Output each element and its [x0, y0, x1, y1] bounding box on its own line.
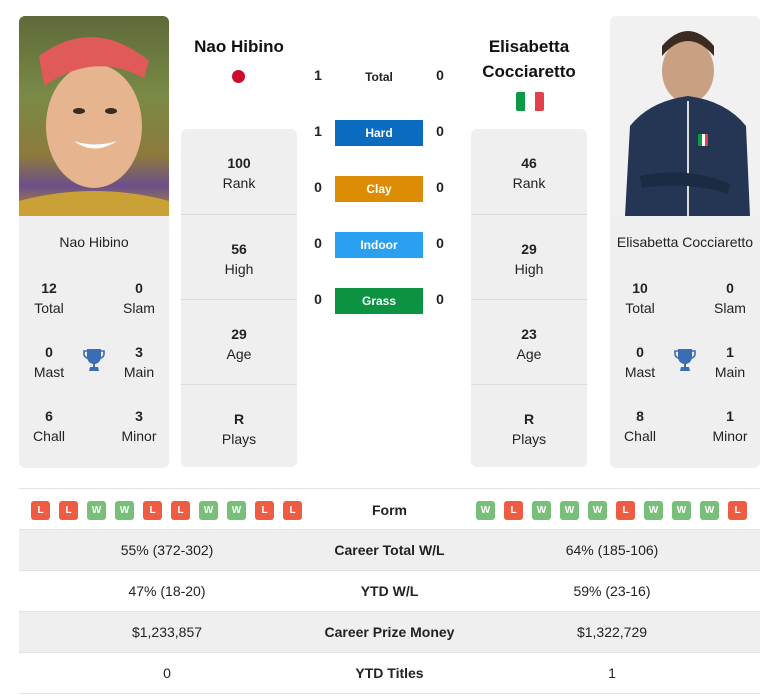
trophy-icon [674, 349, 696, 371]
comparison-left-value: 0 [163, 665, 171, 681]
form-win-badge[interactable]: W [588, 501, 607, 520]
titles-minor: 1 Minor [712, 408, 748, 444]
stat-rank: 100 Rank [222, 155, 256, 191]
h2h-hard-right: 0 [436, 123, 444, 139]
stat-rank: 46 Rank [512, 155, 546, 191]
form-win-badge[interactable]: W [672, 501, 691, 520]
titles-mast: 0 Mast [624, 344, 656, 380]
comparison-row: $1,233,857 Career Prize Money $1,322,729 [19, 612, 760, 653]
form-win-badge[interactable]: W [644, 501, 663, 520]
form-win-badge[interactable]: W [115, 501, 134, 520]
player-photo-right[interactable] [610, 16, 760, 216]
stat-high: 29 High [471, 214, 587, 299]
player-face-illustration [19, 37, 169, 216]
comparison-right-value: 1 [608, 665, 616, 681]
player-photo-left[interactable] [19, 16, 169, 216]
h2h-clay-left: 0 [314, 179, 322, 195]
japan-flag-icon [232, 70, 245, 83]
h2h-grass-right: 0 [436, 291, 444, 307]
form-loss-badge[interactable]: L [283, 501, 302, 520]
form-win-badge[interactable]: W [560, 501, 579, 520]
h2h-clay-right: 0 [436, 179, 444, 195]
stat-plays: R Plays [471, 384, 587, 469]
h2h-grass-left: 0 [314, 291, 322, 307]
h2h-total-label: Total [365, 70, 393, 84]
titles-total: 12 Total [34, 280, 64, 316]
form-win-badge[interactable]: W [87, 501, 106, 520]
stats-column-right: 46 Rank 29 High 23 Age R Plays [471, 129, 587, 467]
player-name-right[interactable]: Elisabetta Cocciaretto [465, 34, 593, 84]
player-figure-illustration [625, 31, 750, 216]
form-win-badge[interactable]: W [199, 501, 218, 520]
player-name: Nao Hibino [59, 234, 129, 250]
form-loss-badge[interactable]: L [31, 501, 50, 520]
form-label: Form [372, 502, 407, 518]
form-loss-badge[interactable]: L [504, 501, 523, 520]
comparison-label: YTD Titles [355, 665, 424, 681]
trophy-icon [83, 349, 105, 371]
form-loss-badge[interactable]: L [728, 501, 747, 520]
titles-slam: 0 Slam [123, 280, 155, 316]
stat-high: 56 High [181, 214, 297, 299]
player-name: Elisabetta Cocciaretto [616, 234, 754, 250]
h2h-hard-left: 1 [314, 123, 322, 139]
comparison-label: Career Prize Money [324, 624, 455, 640]
comparison-right-value: $1,322,729 [576, 624, 648, 640]
stats-column-left: 100 Rank 56 High 29 Age R Plays [181, 129, 297, 467]
titles-mast: 0 Mast [33, 344, 65, 380]
comparison-row: 47% (18-20) YTD W/L 59% (23-16) [19, 571, 760, 612]
form-win-badge[interactable]: W [700, 501, 719, 520]
form-loss-badge[interactable]: L [616, 501, 635, 520]
titles-total: 10 Total [625, 280, 655, 316]
form-loss-badge[interactable]: L [143, 501, 162, 520]
surface-grass-button[interactable]: Grass [335, 288, 423, 314]
h2h-total-right: 0 [436, 67, 444, 83]
stat-age: 29 Age [181, 299, 297, 384]
titles-chall: 6 Chall [33, 408, 65, 444]
surface-hard-button[interactable]: Hard [335, 120, 423, 146]
titles-minor: 3 Minor [121, 408, 157, 444]
surface-clay-button[interactable]: Clay [335, 176, 423, 202]
player-name-left[interactable]: Nao Hibino [175, 34, 303, 59]
comparison-left-value: 47% (18-20) [128, 583, 206, 599]
titles-main: 3 Main [123, 344, 155, 380]
form-loss-badge[interactable]: L [171, 501, 190, 520]
titles-main: 1 Main [714, 344, 746, 380]
comparison-right-value: 59% (23-16) [573, 583, 651, 599]
titles-card-left: Nao Hibino 12 Total 0 Slam 0 Mast 3 Main 6 Ch… [19, 216, 169, 468]
form-loss-badge[interactable]: L [59, 501, 78, 520]
italy-flag-icon [516, 92, 544, 111]
comparison-left-value: $1,233,857 [131, 624, 203, 640]
comparison-right-value: 64% (185-106) [565, 542, 659, 558]
titles-card-right: Elisabetta Cocciaretto 10 Total 0 Slam 0 Ma… [610, 216, 760, 468]
form-win-badge[interactable]: W [532, 501, 551, 520]
comparison-row: 55% (372-302) Career Total W/L 64% (185-10… [19, 530, 760, 571]
surface-indoor-button[interactable]: Indoor [335, 232, 423, 258]
h2h-total-left: 1 [314, 67, 322, 83]
comparison-label: YTD W/L [360, 583, 419, 599]
form-row: LLWWLLWWLL Form WLWWWLWWWL [19, 488, 760, 530]
h2h-indoor-left: 0 [314, 235, 322, 251]
comparison-label: Career Total W/L [334, 542, 445, 558]
comparison-left-value: 55% (372-302) [120, 542, 214, 558]
form-loss-badge[interactable]: L [255, 501, 274, 520]
h2h-indoor-right: 0 [436, 235, 444, 251]
form-win-badge[interactable]: W [227, 501, 246, 520]
titles-chall: 8 Chall [624, 408, 656, 444]
stat-plays: R Plays [181, 384, 297, 469]
stat-age: 23 Age [471, 299, 587, 384]
comparison-row: 0 YTD Titles 1 [19, 653, 760, 694]
form-win-badge[interactable]: W [476, 501, 495, 520]
titles-slam: 0 Slam [714, 280, 746, 316]
